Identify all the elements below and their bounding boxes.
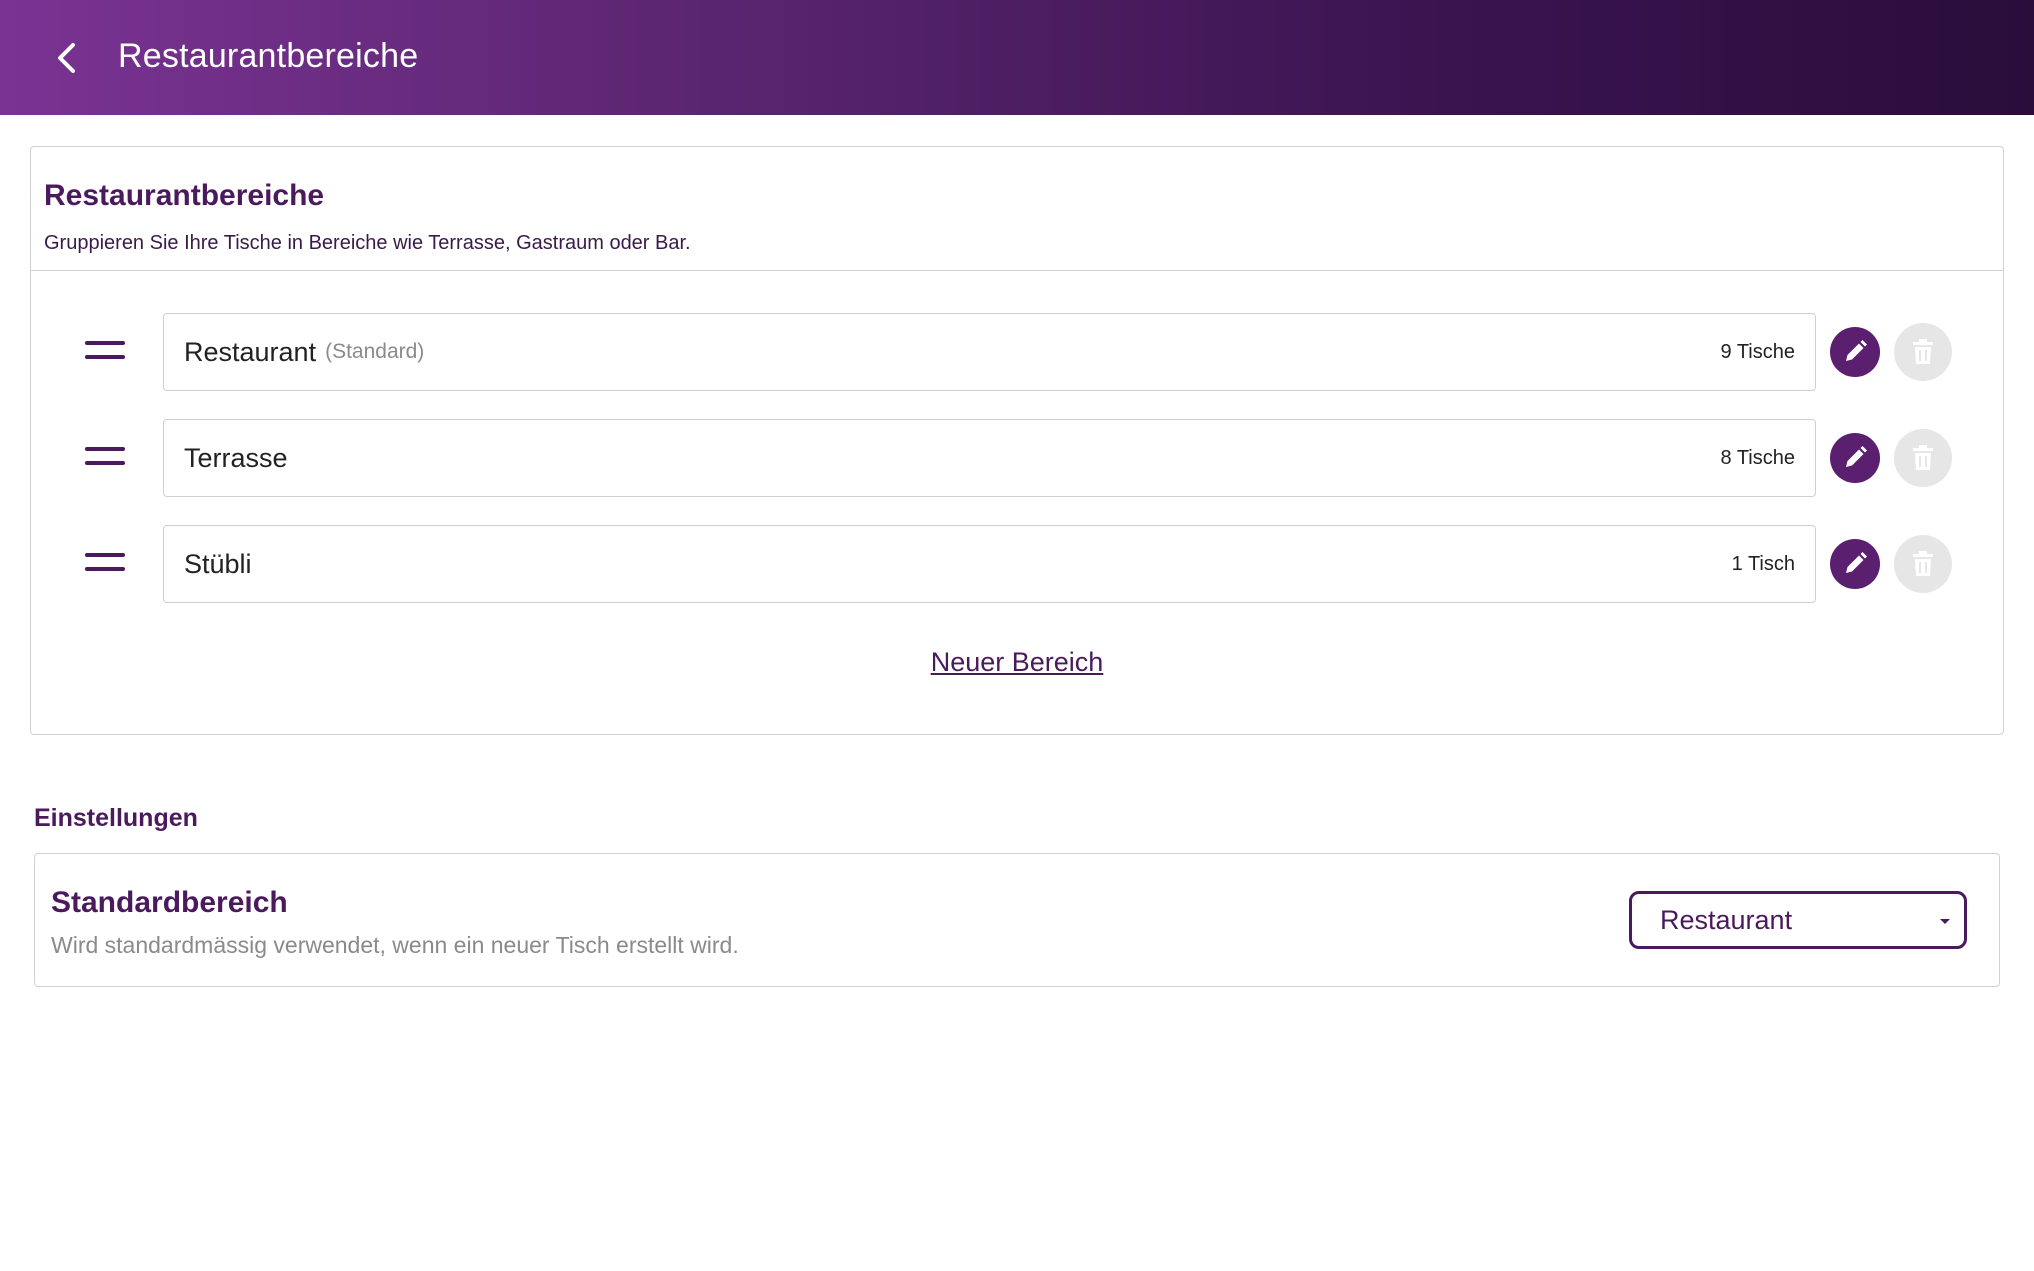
area-name: Stübli (184, 548, 252, 579)
drag-handle-icon[interactable] (85, 553, 125, 575)
default-area-select[interactable]: Restaurant (1629, 891, 1967, 949)
edit-area-button[interactable] (1830, 539, 1880, 589)
trash-icon (1913, 445, 1933, 470)
default-area-select-value: Restaurant (1660, 904, 1793, 935)
settings-section-label: Einstellungen (34, 804, 198, 832)
delete-area-button[interactable] (1894, 429, 1952, 487)
areas-card-title: Restaurantbereiche (44, 179, 325, 212)
back-button[interactable] (40, 32, 92, 84)
default-area-card: Standardbereich Wird standardmässig verw… (34, 853, 2000, 987)
area-table-count: 9 Tische (1720, 340, 1795, 363)
app-bar: Restaurantbereiche (0, 0, 2034, 115)
areas-card: Restaurantbereiche Gruppieren Sie Ihre T… (30, 146, 2004, 735)
area-table-count: 1 Tisch (1731, 552, 1795, 575)
areas-card-subtitle: Gruppieren Sie Ihre Tische in Bereiche w… (44, 232, 691, 254)
area-row: Restaurant (Standard) 9 Tische (31, 313, 2003, 391)
area-row: Terrasse 8 Tische (31, 419, 2003, 497)
default-area-description: Wird standardmässig verwendet, wenn ein … (51, 932, 739, 958)
area-field[interactable]: Stübli 1 Tisch (163, 525, 1816, 603)
default-area-title: Standardbereich (51, 886, 288, 919)
trash-icon (1913, 339, 1933, 364)
page-title: Restaurantbereiche (118, 37, 419, 75)
trash-icon (1913, 551, 1933, 576)
drag-handle-icon[interactable] (85, 447, 125, 469)
delete-area-button[interactable] (1894, 323, 1952, 381)
areas-card-header: Restaurantbereiche Gruppieren Sie Ihre T… (31, 147, 2003, 271)
chevron-left-icon (58, 43, 75, 73)
pencil-icon (1846, 446, 1867, 467)
area-table-count: 8 Tische (1720, 446, 1795, 469)
area-name: Restaurant (184, 336, 317, 367)
area-field[interactable]: Terrasse 8 Tische (163, 419, 1816, 497)
area-default-tag: (Standard) (325, 340, 425, 363)
area-row: Stübli 1 Tisch (31, 525, 2003, 603)
edit-area-button[interactable] (1830, 327, 1880, 377)
area-name: Terrasse (184, 442, 288, 473)
delete-area-button[interactable] (1894, 535, 1952, 593)
edit-area-button[interactable] (1830, 433, 1880, 483)
caret-down-icon (1940, 919, 1950, 924)
drag-handle-icon[interactable] (85, 341, 125, 363)
pencil-icon (1846, 340, 1867, 361)
area-field[interactable]: Restaurant (Standard) 9 Tische (163, 313, 1816, 391)
new-area-link[interactable]: Neuer Bereich (31, 647, 2003, 678)
pencil-icon (1846, 552, 1867, 573)
